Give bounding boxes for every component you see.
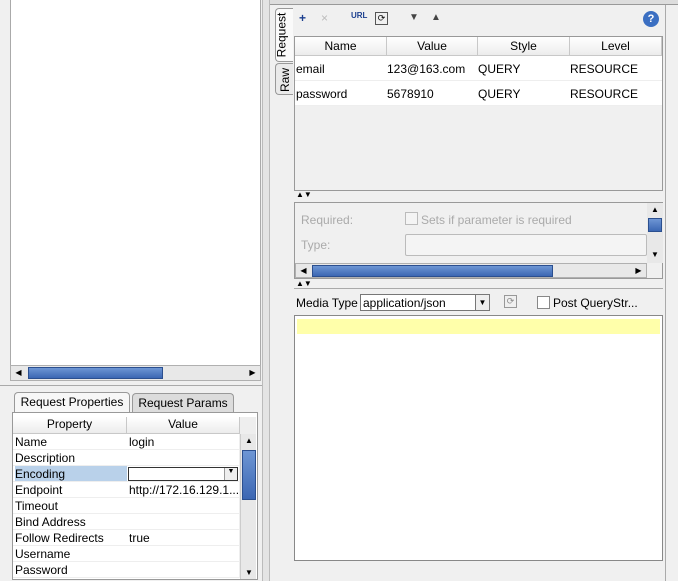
property-row[interactable]: Endpoint http://172.16.129.1... (13, 482, 240, 498)
column-header-style: Style (478, 37, 570, 56)
left-horizontal-scrollbar[interactable]: ◀ ▶ (10, 365, 261, 381)
help-icon[interactable]: ? (643, 11, 659, 27)
current-line-highlight (297, 319, 660, 334)
property-row[interactable]: Bind Address (13, 514, 240, 530)
property-name: Description (15, 451, 76, 465)
property-name: Follow Redirects (15, 531, 104, 545)
chevron-down-icon[interactable]: ▼ (224, 468, 237, 480)
move-up-icon[interactable]: ▲ (431, 12, 441, 23)
media-type-value: application/json (363, 296, 446, 310)
details-vertical-scrollbar[interactable]: ▲ ▼ (647, 203, 663, 263)
params-toolbar: + × URL ⟳ ▼ ▲ ? (295, 8, 663, 34)
column-header-value: Value (127, 417, 240, 434)
property-row[interactable]: Description (13, 450, 240, 466)
property-name: Name (15, 435, 48, 449)
scroll-left-icon[interactable]: ◀ (297, 264, 310, 277)
type-field[interactable] (405, 234, 647, 256)
scroll-thumb[interactable] (28, 367, 163, 379)
splitter-arrows[interactable]: ▲▼ (296, 279, 312, 288)
property-value: true (129, 531, 150, 545)
scroll-right-icon[interactable]: ▶ (632, 264, 645, 277)
splitter-arrows[interactable]: ▲▼ (296, 190, 312, 199)
property-name: Username (15, 547, 71, 561)
property-row[interactable]: Username (13, 546, 240, 562)
param-value: 5678910 (387, 87, 434, 101)
property-name: Bind Address (15, 515, 86, 529)
property-name: Timeout (15, 499, 58, 513)
side-tab-raw[interactable]: Raw (275, 63, 293, 95)
property-value: http://172.16.129.1... (129, 483, 239, 497)
scroll-right-icon[interactable]: ▶ (246, 366, 259, 379)
url-param-icon[interactable]: URL (351, 11, 367, 20)
property-row[interactable]: Encoding ▼ (13, 466, 240, 482)
scroll-thumb[interactable] (242, 450, 256, 500)
param-style: QUERY (478, 62, 521, 76)
type-label: Type: (301, 238, 331, 252)
param-level: RESOURCE (570, 87, 639, 101)
encoding-select[interactable]: ▼ (128, 467, 238, 481)
side-tab-request[interactable]: Request (274, 8, 293, 62)
remove-param-icon[interactable]: × (321, 11, 328, 25)
param-style: QUERY (478, 87, 521, 101)
property-value: login (129, 435, 155, 449)
param-row[interactable]: password 5678910 QUERY RESOURCE (295, 81, 662, 106)
property-row[interactable]: Password (13, 562, 240, 578)
properties-vertical-scrollbar[interactable]: ▲ ▼ (240, 434, 256, 579)
media-type-label: Media Type (296, 296, 358, 310)
post-querystring-label: Post QueryStr... (553, 296, 638, 310)
property-row[interactable]: Timeout (13, 498, 240, 514)
scroll-left-icon[interactable]: ◀ (12, 366, 25, 379)
scroll-down-icon[interactable]: ▼ (242, 566, 256, 579)
splitter[interactable] (0, 385, 262, 386)
property-row[interactable]: Follow Redirects true (13, 530, 240, 546)
scroll-thumb[interactable] (312, 265, 553, 277)
column-header-property: Property (13, 417, 127, 434)
column-header-value: Value (387, 37, 478, 56)
scroll-down-icon[interactable]: ▼ (648, 248, 662, 261)
scroll-thumb[interactable] (648, 218, 662, 232)
request-body-editor[interactable] (294, 315, 663, 561)
property-name: Encoding (15, 466, 127, 481)
format-icon[interactable]: ⟳ (504, 295, 517, 308)
chevron-down-icon[interactable]: ▼ (475, 295, 489, 310)
post-querystring-checkbox[interactable] (537, 296, 550, 309)
navigator-tree-panel (10, 0, 261, 366)
required-checkbox-label: Sets if parameter is required (421, 213, 572, 227)
param-name: password (296, 87, 348, 101)
scroll-up-icon[interactable]: ▲ (242, 434, 256, 447)
main-splitter[interactable] (262, 0, 270, 581)
param-name: email (296, 62, 325, 76)
add-param-icon[interactable]: + (299, 11, 306, 25)
required-label: Required: (301, 213, 354, 227)
tab-request-params[interactable]: Request Params (132, 393, 234, 412)
right-edge-panel (665, 5, 678, 581)
tab-request-properties[interactable]: Request Properties (14, 392, 130, 412)
property-row[interactable]: Name login (13, 434, 240, 450)
param-level: RESOURCE (570, 62, 639, 76)
property-name: Endpoint (15, 483, 63, 497)
scroll-up-icon[interactable]: ▲ (648, 203, 662, 216)
details-horizontal-scrollbar[interactable]: ◀ ▶ (295, 263, 647, 278)
property-name: Password (15, 563, 68, 577)
param-row[interactable]: email 123@163.com QUERY RESOURCE (295, 56, 662, 81)
media-type-select[interactable]: application/json ▼ (360, 294, 490, 311)
column-header-level: Level (570, 37, 662, 56)
move-down-icon[interactable]: ▼ (409, 12, 419, 23)
refresh-icon[interactable]: ⟳ (375, 12, 388, 25)
param-value: 123@163.com (387, 62, 466, 76)
param-details-panel: Required: Sets if parameter is required … (294, 202, 663, 279)
column-header-name: Name (295, 37, 387, 56)
required-checkbox[interactable] (405, 212, 418, 225)
